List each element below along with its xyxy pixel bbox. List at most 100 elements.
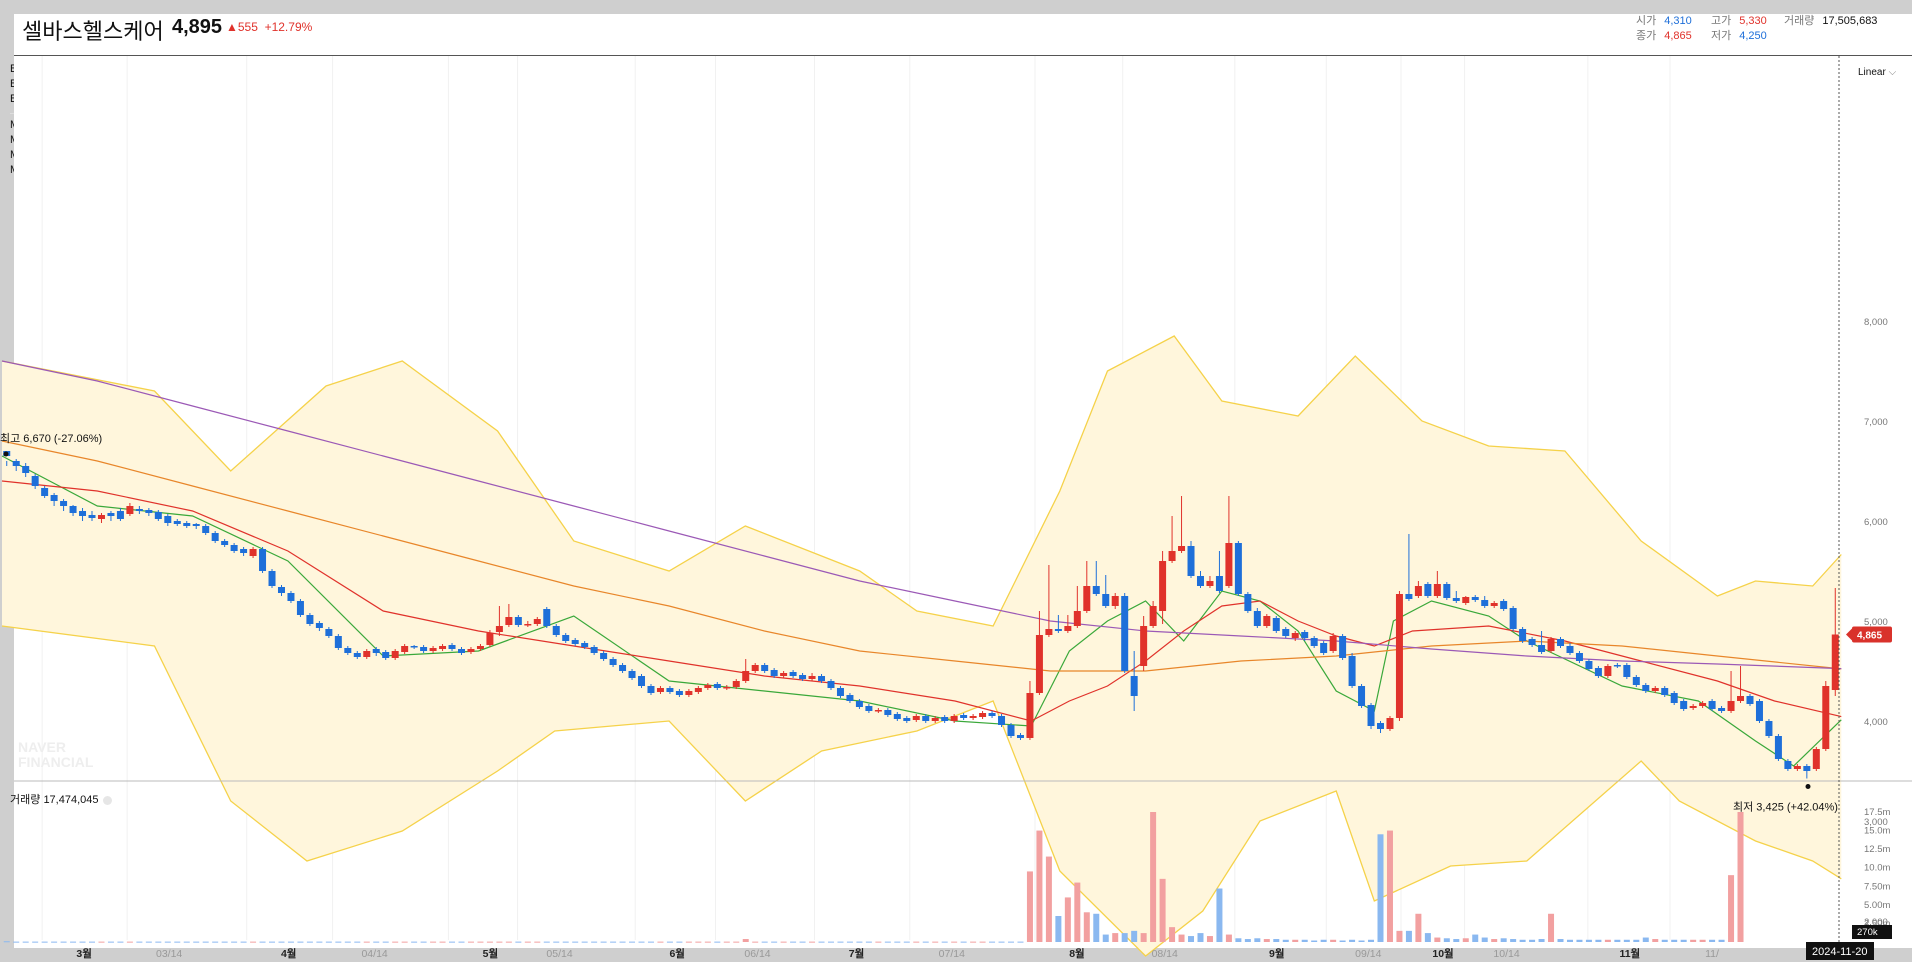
candle-body: [448, 645, 456, 649]
volume-bar: [505, 941, 512, 943]
candle-body: [1509, 608, 1517, 629]
high-annotation: 최고 6,670 (-27.06%): [0, 432, 102, 445]
candle-body: [761, 665, 769, 671]
scale-mode-toggle[interactable]: Linear ⌵: [1858, 67, 1896, 78]
volume-bar: [809, 941, 816, 943]
candle-body: [230, 545, 238, 551]
x-axis-label: 05/14: [546, 948, 572, 960]
candle-body: [1215, 576, 1223, 591]
volume-bar: [1510, 939, 1517, 942]
candle-body: [1045, 629, 1053, 635]
x-axis-label: 5월: [483, 947, 499, 960]
volume-bar: [1434, 937, 1441, 942]
last-price-tag: 4,865: [1857, 631, 1882, 642]
volume-bar: [657, 941, 664, 943]
candle-body: [145, 510, 153, 513]
volume-bar: [98, 941, 105, 943]
volume-bar: [742, 939, 749, 942]
volume-bar: [1358, 940, 1365, 942]
candle-body: [372, 649, 380, 653]
candle-body: [628, 671, 636, 678]
candle-body: [675, 691, 683, 695]
candle-body: [1727, 701, 1735, 711]
volume-bar: [1424, 933, 1431, 942]
candle-body: [1623, 665, 1631, 677]
candle-body: [1566, 646, 1574, 653]
candle-body: [1007, 725, 1015, 736]
candle-body: [79, 511, 87, 516]
candle-body: [1765, 721, 1773, 736]
volume-bar: [1008, 941, 1015, 943]
volume-bar: [1244, 939, 1251, 942]
volume-bar: [1377, 834, 1384, 942]
volume-bar: [382, 941, 389, 943]
candle-body: [1755, 701, 1763, 721]
candle-body: [1812, 749, 1820, 769]
volume-bar: [562, 941, 569, 943]
volume-bar: [1661, 939, 1668, 942]
volume-bar: [1301, 939, 1308, 942]
candle-body: [1111, 596, 1119, 606]
volume-bar: [1405, 930, 1412, 942]
volume-bar: [913, 941, 920, 943]
volume-bar: [373, 941, 380, 943]
volume-bar: [259, 941, 266, 943]
candle-body: [154, 512, 162, 519]
candle-body: [969, 716, 977, 718]
volume-bar: [695, 941, 702, 943]
volume-axis-tick: 7.50m: [1864, 881, 1890, 892]
volume-bar: [1481, 937, 1488, 942]
volume-bar: [240, 941, 247, 943]
volume-bar: [951, 941, 958, 943]
candle-body: [41, 488, 49, 496]
volume-bar: [524, 941, 531, 943]
candle-body: [1737, 696, 1745, 701]
candle-body: [1310, 638, 1318, 646]
candle-body: [1490, 603, 1498, 606]
candle-body: [31, 476, 39, 486]
volume-bar: [325, 941, 332, 943]
price-chart[interactable]: 8,0007,0006,0005,0004,0003,0002,00017.5m…: [0, 0, 1912, 962]
candle-body: [1140, 626, 1148, 666]
candle-body: [1187, 546, 1195, 576]
candle-body: [259, 549, 267, 571]
volume-bar: [771, 941, 778, 943]
candle-body: [1263, 616, 1271, 626]
volume-bar: [1728, 875, 1735, 942]
volume-bar: [1339, 940, 1346, 942]
candle-body: [931, 718, 939, 721]
volume-bar: [865, 941, 872, 943]
x-axis-label: 11월: [1619, 947, 1640, 960]
candle-body: [998, 716, 1006, 725]
candle-body: [1377, 723, 1384, 729]
candle-body: [1358, 686, 1366, 706]
volume-bar: [884, 941, 891, 943]
volume-bar: [989, 941, 996, 943]
candle-body: [855, 701, 863, 707]
volume-bar: [89, 941, 96, 943]
volume-bar: [316, 941, 323, 943]
volume-bar: [1235, 938, 1242, 942]
volume-bar: [363, 941, 370, 943]
volume-bar: [1566, 939, 1573, 942]
candle-body: [1670, 693, 1678, 703]
candle-body: [1159, 561, 1167, 611]
volume-bar: [1349, 939, 1356, 942]
volume-bar: [1519, 939, 1526, 942]
volume-bar: [1083, 912, 1090, 942]
volume-tag: 270k: [1857, 927, 1878, 938]
volume-axis-tick: 12.5m: [1864, 844, 1890, 855]
candle-body: [552, 626, 560, 635]
candle-body: [382, 652, 390, 658]
candle-body: [1642, 685, 1650, 691]
candle-body: [827, 681, 835, 688]
candle-body: [1594, 668, 1602, 676]
volume-bar: [837, 941, 844, 943]
candle-body: [865, 706, 873, 711]
candle-body: [1272, 618, 1280, 631]
candle-body: [1092, 586, 1100, 594]
volume-bar: [647, 941, 654, 943]
candle-body: [1424, 584, 1432, 596]
price-axis-tick: 8,000: [1864, 317, 1888, 328]
candle-body: [941, 717, 949, 721]
